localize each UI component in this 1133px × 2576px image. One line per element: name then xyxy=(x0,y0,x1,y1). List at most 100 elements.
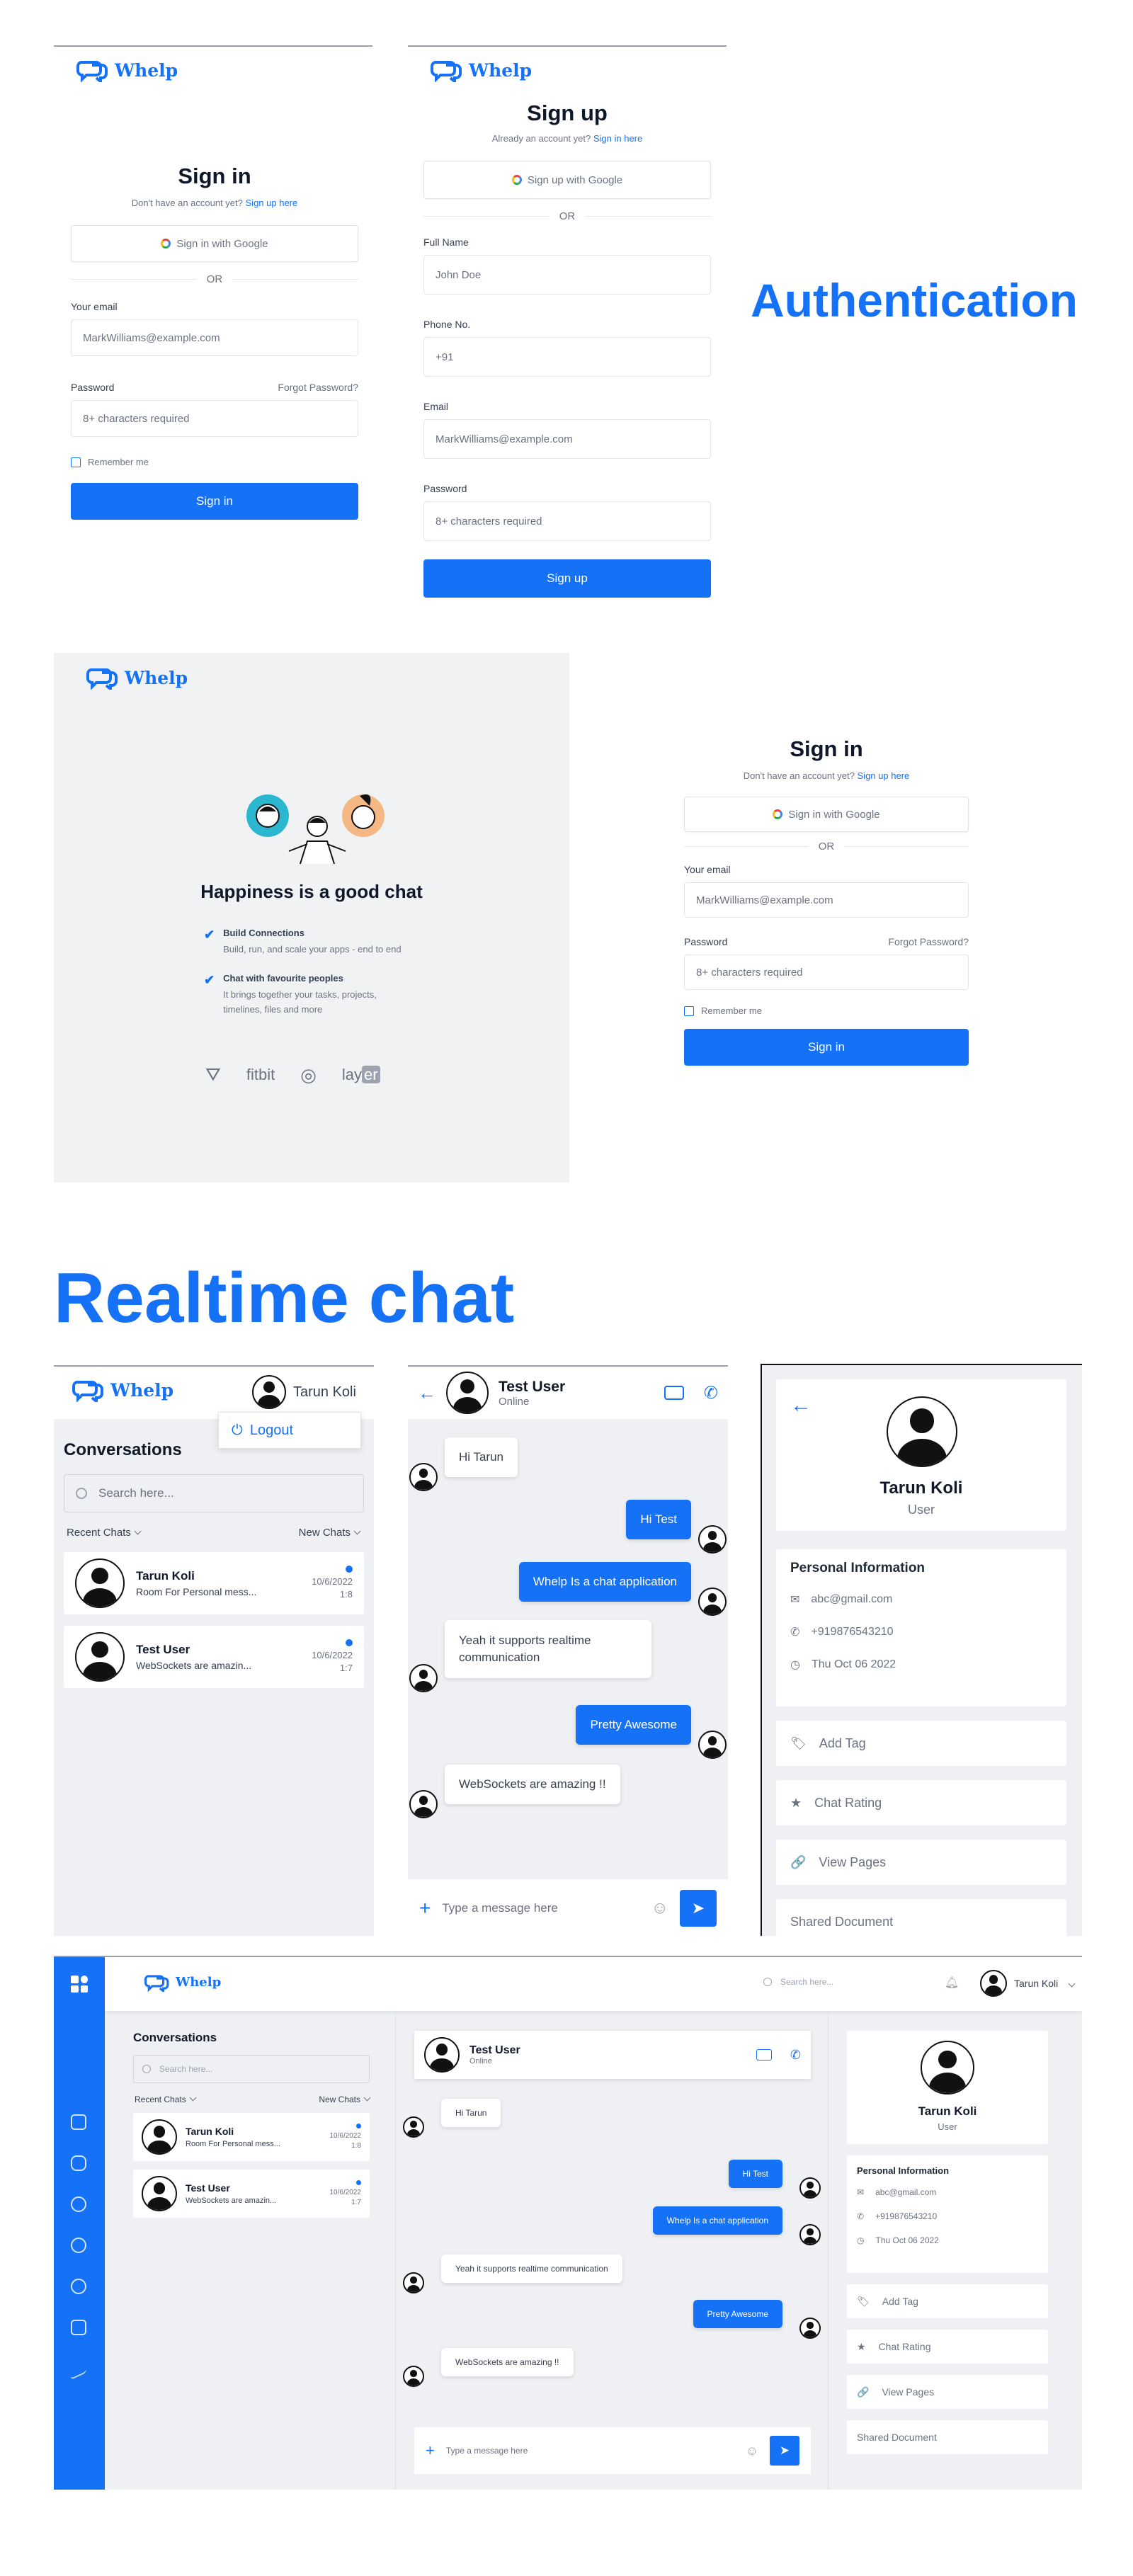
emoji-icon[interactable]: ☺ xyxy=(651,1898,668,1918)
signin-prompt: Don't have an account yet? xyxy=(131,198,243,208)
home-icon[interactable] xyxy=(71,2114,86,2130)
personal-info-card: Personal Information ✉ abc@gmail.com ✆ +91… xyxy=(776,1549,1066,1706)
email-label: Your email xyxy=(71,301,118,312)
avatar xyxy=(142,2176,177,2211)
section-title-chat: Realtime chat xyxy=(54,1258,515,1338)
view-pages-button[interactable]: 🔗 View Pages xyxy=(776,1840,1066,1885)
add-tag-button[interactable]: 🏷 Add Tag xyxy=(847,2284,1048,2318)
forgot-password-link[interactable]: Forgot Password? xyxy=(278,382,358,393)
signup-card: Whelp Sign up Already an account yet? Si… xyxy=(408,45,727,612)
emoji-icon[interactable]: ☺ xyxy=(746,2444,758,2458)
pie-chart-icon[interactable] xyxy=(71,2238,86,2253)
signin-link[interactable]: Sign in here xyxy=(593,133,642,144)
chat-icon[interactable] xyxy=(71,2155,86,2171)
brand-logo[interactable]: Whelp xyxy=(86,666,188,690)
phone-icon[interactable]: ✆ xyxy=(704,1383,718,1403)
signin-button[interactable]: Sign in xyxy=(684,1029,969,1066)
conversation-item[interactable]: Tarun Koli Room For Personal mess... 10/6… xyxy=(64,1552,364,1614)
users-icon[interactable] xyxy=(71,2196,86,2212)
google-signin-button[interactable]: Sign in with Google xyxy=(684,797,969,832)
feature-text: Build, run, and scale your apps - end to… xyxy=(223,944,402,954)
back-arrow-icon[interactable]: ← xyxy=(418,1382,436,1404)
avatar xyxy=(698,1731,727,1759)
profile-card: Tarun Koli User xyxy=(847,2031,1048,2144)
email-field[interactable]: MarkWilliams@example.com xyxy=(71,319,358,356)
conversations-panel: Whelp Tarun Koli ⏻ Logout Conversations S… xyxy=(54,1365,374,1936)
remember-checkbox[interactable] xyxy=(684,1005,694,1016)
user-menu[interactable]: Tarun Koli xyxy=(980,1970,1076,1997)
recent-chats-dropdown[interactable]: Recent Chats xyxy=(67,1527,142,1539)
contact-name: Test User xyxy=(499,1378,566,1395)
plus-icon[interactable]: + xyxy=(426,2441,435,2460)
google-signin-button[interactable]: Sign in with Google xyxy=(71,225,358,262)
promo-headline: Happiness is a good chat xyxy=(200,881,423,902)
layer-logo: lay er xyxy=(342,1066,380,1084)
back-arrow-icon[interactable]: ← xyxy=(790,1394,812,1418)
google-icon xyxy=(161,239,171,249)
brand-logo[interactable]: Whelp xyxy=(431,58,532,82)
conversation-item[interactable]: Test User WebSockets are amazin... 10/6/2… xyxy=(64,1626,364,1688)
google-signup-button[interactable]: Sign up with Google xyxy=(423,161,711,199)
send-button[interactable]: ➤ xyxy=(770,2436,799,2466)
app-grid-icon[interactable] xyxy=(71,1976,88,1993)
brand-logo[interactable]: Whelp xyxy=(144,1973,221,1992)
contact-status: Online xyxy=(499,1395,530,1408)
profile-date: Thu Oct 06 2022 xyxy=(811,1658,896,1670)
promo-panel: Whelp Happiness is a good chat ✔ Build C… xyxy=(54,653,569,1182)
forgot-password-link[interactable]: Forgot Password? xyxy=(888,936,969,947)
password-field[interactable]: 8+ characters required xyxy=(684,954,969,990)
email-field[interactable]: MarkWilliams@example.com xyxy=(684,882,969,918)
desktop-app: Whelp Search here... 🔔︎ Tarun Koli Conve… xyxy=(54,1956,1082,2490)
phone-icon[interactable]: ✆ xyxy=(790,2048,801,2063)
profile-email: abc@gmail.com xyxy=(811,1593,893,1605)
or-divider: OR xyxy=(423,210,711,222)
message-input[interactable]: Type a message here xyxy=(446,2446,734,2456)
signup-link[interactable]: Sign up here xyxy=(858,770,910,781)
search-input[interactable]: Search here... xyxy=(133,2055,370,2083)
conversation-item[interactable]: Tarun Koli Room For Personal mess... 10/6… xyxy=(133,2113,370,2161)
password-field[interactable]: 8+ characters required xyxy=(423,501,711,541)
signup-button[interactable]: Sign up xyxy=(423,559,711,598)
chat-rating-button[interactable]: ★ Chat Rating xyxy=(776,1780,1066,1825)
phone-field[interactable]: +91 xyxy=(423,337,711,377)
remember-checkbox[interactable] xyxy=(71,457,81,467)
personal-info-card: Personal Information ✉ abc@gmail.com ✆ +91… xyxy=(847,2155,1048,2273)
logout-menu[interactable]: ⏻ Logout xyxy=(218,1412,361,1449)
new-chats-dropdown[interactable]: New Chats xyxy=(319,2094,371,2104)
video-call-icon[interactable] xyxy=(756,2049,772,2061)
chat-rating-button[interactable]: ★ Chat Rating xyxy=(847,2330,1048,2364)
profile-role: User xyxy=(907,1503,935,1517)
user-menu[interactable]: Tarun Koli xyxy=(252,1375,356,1409)
shared-document-button[interactable]: Shared Document xyxy=(776,1899,1066,1936)
password-field[interactable]: 8+ characters required xyxy=(71,400,358,437)
brand-logo[interactable]: Whelp xyxy=(72,1378,173,1402)
view-pages-button[interactable]: 🔗 View Pages xyxy=(847,2375,1048,2409)
trend-chart-icon[interactable] xyxy=(71,2356,86,2381)
global-search-input[interactable]: Search here... xyxy=(763,1977,833,1987)
bell-icon[interactable]: 🔔︎ xyxy=(945,1976,959,1990)
plus-icon[interactable]: + xyxy=(419,1897,431,1920)
email-field[interactable]: MarkWilliams@example.com xyxy=(423,419,711,459)
password-label: Password xyxy=(423,483,467,494)
conversation-item[interactable]: Test User WebSockets are amazin... 10/6/2… xyxy=(133,2170,370,2218)
section-title-auth: Authentication xyxy=(751,274,1078,326)
or-divider: OR xyxy=(71,273,358,285)
send-button[interactable]: ➤ xyxy=(680,1890,717,1927)
fullname-field[interactable]: John Doe xyxy=(423,255,711,295)
brand-logo[interactable]: Whelp xyxy=(76,58,178,82)
signup-link[interactable]: Sign up here xyxy=(246,198,298,208)
message-input[interactable]: Type a message here xyxy=(442,1901,639,1915)
signin-button[interactable]: Sign in xyxy=(71,483,358,520)
signin-form-secondary: Sign in Don't have an account yet? Sign … xyxy=(684,736,969,1066)
feature-item: ✔ Build Connections Build, run, and scal… xyxy=(204,928,416,957)
brand-name: Whelp xyxy=(469,59,533,81)
avatar xyxy=(75,1558,125,1608)
video-call-icon[interactable] xyxy=(664,1386,684,1400)
globe-icon[interactable] xyxy=(71,2279,86,2294)
shared-document-button[interactable]: Shared Document xyxy=(847,2420,1048,2454)
recent-chats-dropdown[interactable]: Recent Chats xyxy=(135,2094,197,2104)
new-chats-dropdown[interactable]: New Chats xyxy=(299,1527,361,1539)
add-tag-button[interactable]: 🏷 Add Tag xyxy=(776,1721,1066,1766)
briefcase-icon[interactable] xyxy=(71,2320,86,2335)
search-input[interactable]: Search here... xyxy=(64,1474,364,1512)
